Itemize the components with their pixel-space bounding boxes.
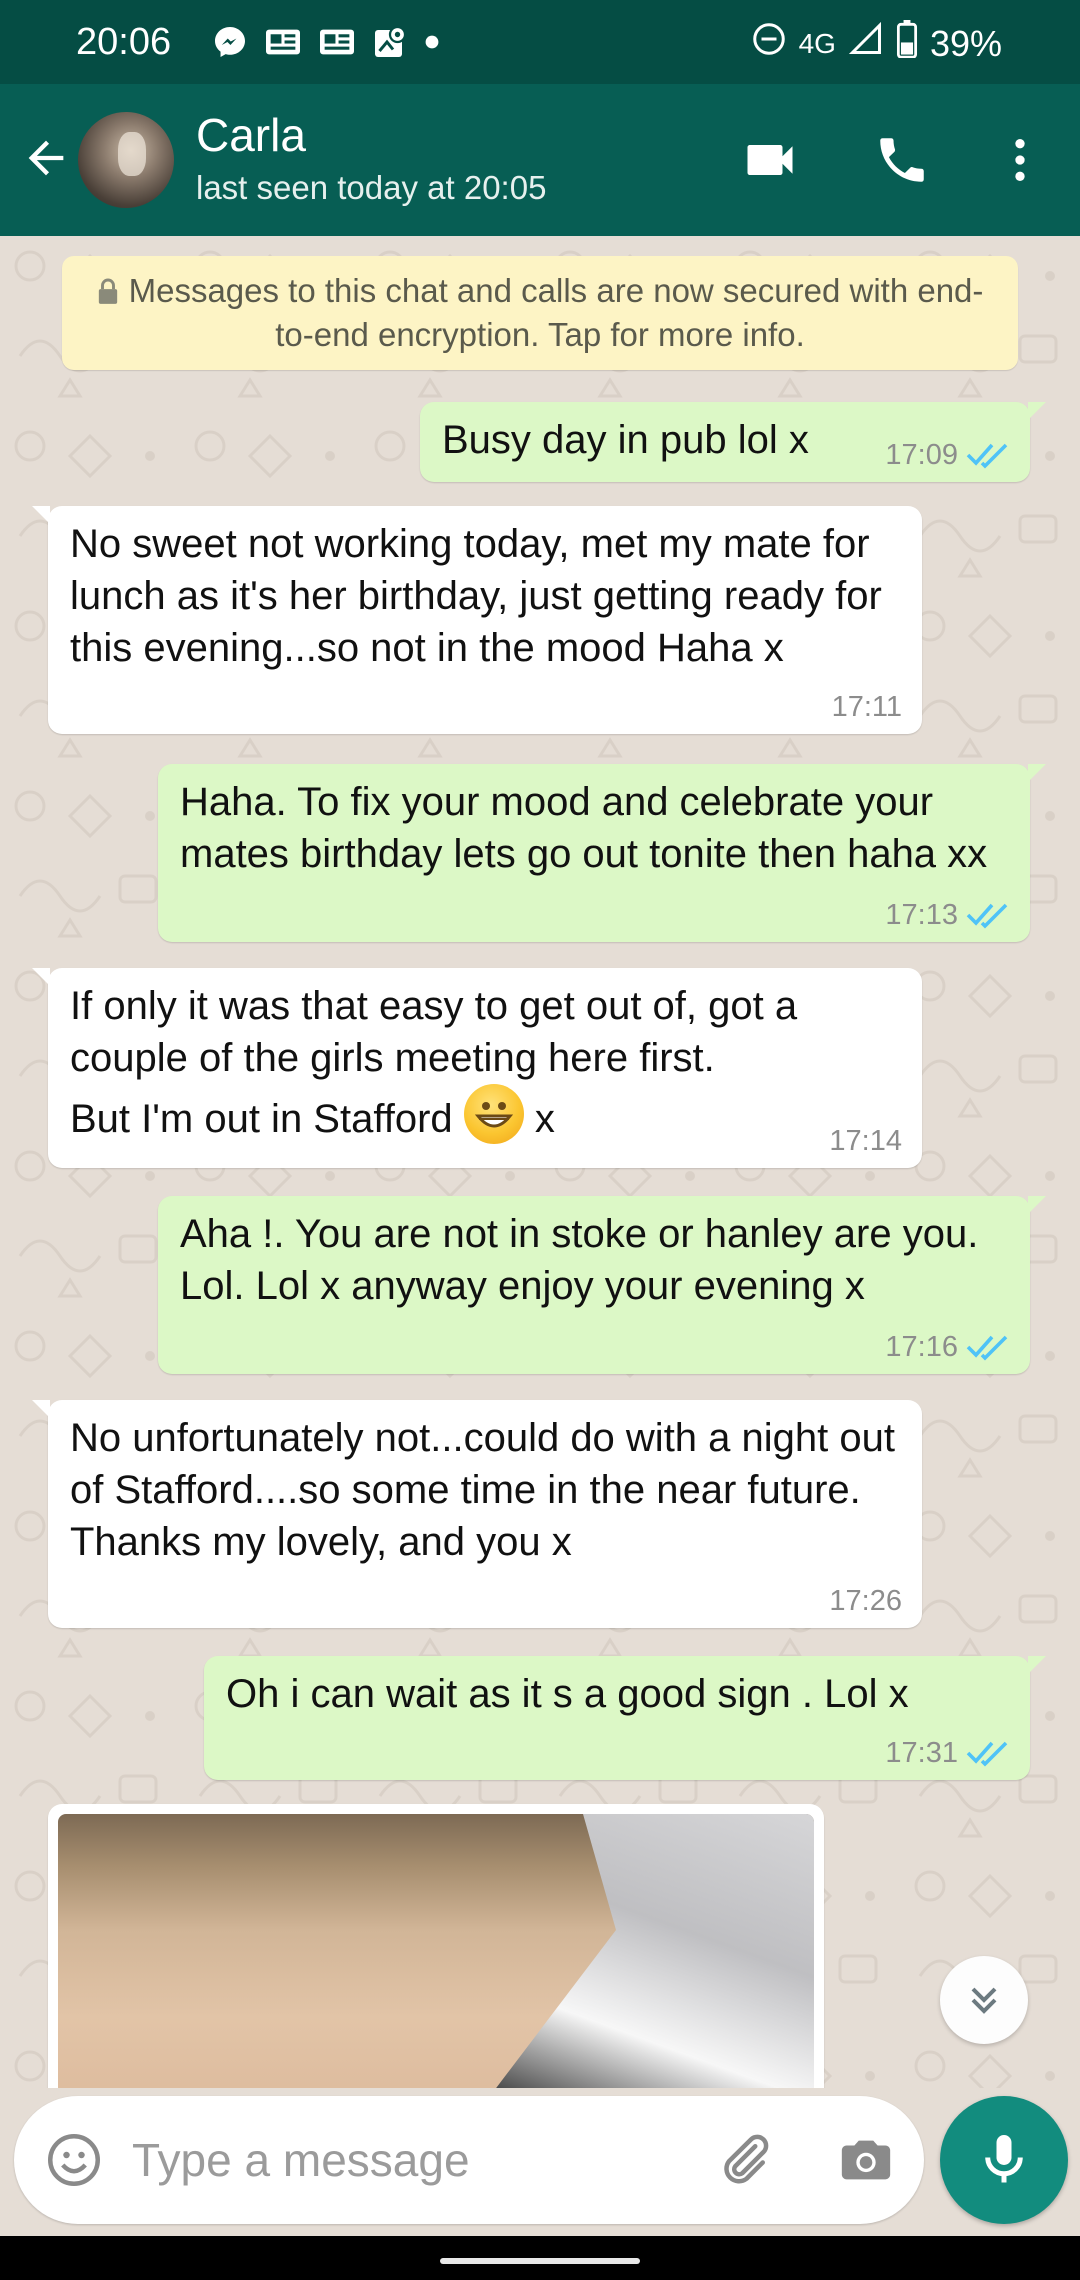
system-nav-bar bbox=[0, 2236, 1080, 2280]
message-text: Oh i can wait as it s a good sign . Lol … bbox=[226, 1672, 909, 1716]
message-text: But I'm out in Stafford bbox=[70, 1097, 464, 1141]
message-time: 17:09 bbox=[885, 439, 958, 471]
message-meta: 17:09 bbox=[885, 438, 1010, 472]
system-indicators: 4G 39% bbox=[751, 20, 1002, 68]
message-time: 17:31 bbox=[885, 1737, 958, 1769]
maps-icon bbox=[372, 24, 408, 65]
message-outgoing[interactable]: Haha. To fix your mood and celebrate you… bbox=[158, 764, 1046, 942]
video-call-icon bbox=[747, 145, 793, 175]
home-gesture-handle[interactable] bbox=[440, 2258, 640, 2264]
signal-icon bbox=[848, 21, 884, 67]
camera-icon bbox=[841, 2140, 891, 2180]
message-meta: 17:16 bbox=[885, 1330, 1010, 1364]
scroll-to-bottom-button[interactable] bbox=[940, 1956, 1028, 2044]
message-time: 17:14 bbox=[829, 1125, 902, 1157]
message-composer bbox=[14, 2096, 924, 2224]
more-icon bbox=[1015, 139, 1025, 181]
back-button[interactable] bbox=[16, 128, 76, 188]
message-incoming[interactable]: If only it was that easy to get out of, … bbox=[32, 968, 922, 1168]
message-outgoing[interactable]: Busy day in pub lol x 17:09 bbox=[420, 402, 1046, 482]
back-arrow-icon bbox=[28, 140, 64, 176]
dot-icon bbox=[424, 34, 440, 55]
message-text: No sweet not working today, met my mate … bbox=[70, 522, 882, 670]
message-text: If only it was that easy to get out of, … bbox=[70, 984, 798, 1080]
message-meta: 17:13 bbox=[885, 898, 1010, 932]
message-outgoing[interactable]: Aha !. You are not in stoke or hanley ar… bbox=[158, 1196, 1046, 1374]
voice-call-icon bbox=[880, 138, 924, 182]
double-check-read-icon bbox=[966, 443, 1008, 469]
messenger-icon bbox=[212, 24, 248, 65]
double-check-read-icon bbox=[966, 903, 1008, 929]
network-type: 4G bbox=[798, 28, 836, 59]
lock-icon bbox=[97, 272, 119, 314]
message-text: Aha !. You are not in stoke or hanley ar… bbox=[180, 1212, 979, 1308]
message-time: 17:11 bbox=[831, 691, 902, 723]
double-chevron-down-icon bbox=[971, 1987, 997, 2014]
avatar[interactable] bbox=[78, 112, 174, 208]
message-time: 17:13 bbox=[885, 899, 958, 931]
encryption-notice[interactable]: Messages to this chat and calls are now … bbox=[62, 256, 1018, 370]
chat-header: Carla last seen today at 20:05 bbox=[0, 84, 1080, 236]
message-time: 17:26 bbox=[829, 1585, 902, 1617]
double-check-read-icon bbox=[966, 1335, 1008, 1361]
encryption-notice-text: Messages to this chat and calls are now … bbox=[128, 272, 984, 353]
more-options-button[interactable] bbox=[984, 124, 1056, 196]
message-meta: 17:11 bbox=[832, 690, 902, 724]
message-text: x bbox=[523, 1097, 555, 1141]
battery-level: 39% bbox=[929, 23, 1002, 64]
news-icon bbox=[318, 25, 356, 64]
microphone-icon bbox=[985, 2135, 1023, 2183]
news-icon bbox=[264, 25, 302, 64]
image-message[interactable] bbox=[48, 1804, 824, 2088]
status-bar: 20:06 4G 39% bbox=[0, 0, 1080, 84]
grinning-face-emoji bbox=[463, 1084, 524, 1144]
message-text: No unfortunately not...could do with a n… bbox=[70, 1416, 895, 1564]
message-meta: 17:31 bbox=[885, 1736, 1010, 1770]
message-incoming[interactable]: No unfortunately not...could do with a n… bbox=[32, 1400, 922, 1628]
video-call-button[interactable] bbox=[734, 124, 806, 196]
chat-area[interactable]: Messages to this chat and calls are now … bbox=[0, 236, 1080, 2088]
status-time: 20:06 bbox=[76, 21, 172, 63]
dnd-icon bbox=[751, 21, 787, 67]
voice-record-button[interactable] bbox=[940, 2096, 1068, 2224]
message-meta: 17:26 bbox=[829, 1584, 902, 1618]
attach-button[interactable] bbox=[710, 2126, 778, 2194]
message-time: 17:16 bbox=[885, 1331, 958, 1363]
message-meta: 17:14 bbox=[829, 1124, 902, 1158]
last-seen-status[interactable]: last seen today at 20:05 bbox=[196, 168, 546, 208]
message-incoming[interactable]: No sweet not working today, met my mate … bbox=[32, 506, 922, 734]
double-check-read-icon bbox=[966, 1741, 1008, 1767]
battery-icon bbox=[896, 20, 918, 68]
message-outgoing[interactable]: Oh i can wait as it s a good sign . Lol … bbox=[204, 1656, 1046, 1780]
message-text: Haha. To fix your mood and celebrate you… bbox=[180, 780, 988, 876]
emoji-icon bbox=[48, 2134, 100, 2186]
voice-call-button[interactable] bbox=[866, 124, 938, 196]
notification-icons bbox=[212, 24, 440, 65]
paperclip-icon bbox=[724, 2134, 769, 2184]
camera-button[interactable] bbox=[832, 2126, 900, 2194]
contact-name[interactable]: Carla bbox=[196, 108, 306, 162]
emoji-button[interactable] bbox=[40, 2126, 108, 2194]
message-input[interactable] bbox=[132, 2120, 692, 2200]
photo-thumbnail[interactable] bbox=[58, 1814, 814, 2088]
